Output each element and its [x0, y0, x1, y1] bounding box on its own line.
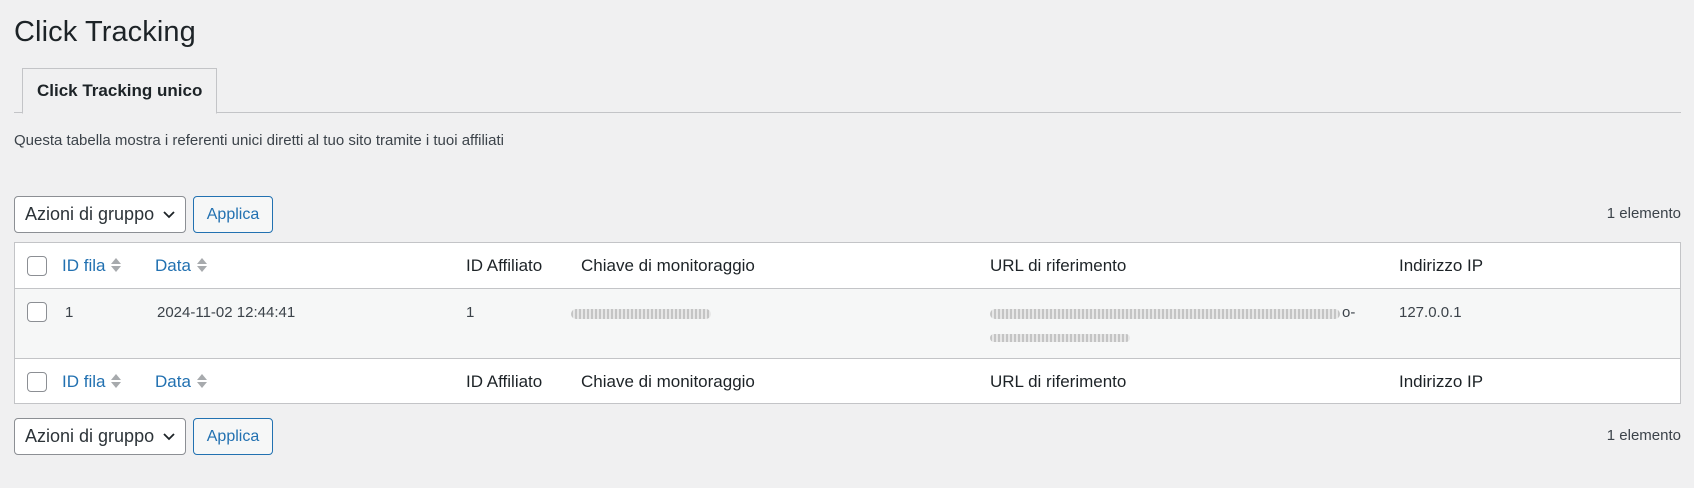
- redacted-referrer-url-line2: [990, 334, 1130, 342]
- row-checkbox[interactable]: [27, 302, 47, 322]
- column-chiave-monitoraggio: Chiave di monitoraggio: [581, 256, 755, 275]
- column-data-label: Data: [155, 372, 191, 391]
- table-footer-row: ID fila Data ID Affiliato Chiave di moni…: [15, 359, 1680, 404]
- column-data[interactable]: Data: [155, 256, 207, 276]
- page: Click Tracking Click Tracking unico Ques…: [0, 0, 1694, 488]
- tablenav-bottom: Azioni di gruppo Applica 1 elemento: [14, 418, 1681, 456]
- bulk-actions-select[interactable]: Azioni di gruppo: [14, 196, 186, 233]
- cell-id: 1: [65, 304, 74, 321]
- cell-referrer-url-suffix: o-: [1342, 304, 1356, 321]
- column-id-fila-footer[interactable]: ID fila: [62, 372, 122, 392]
- column-id-fila-label: ID fila: [62, 256, 106, 275]
- sort-icon: [111, 372, 122, 390]
- column-data-footer[interactable]: Data: [155, 372, 207, 392]
- item-count: 1 elemento: [1606, 205, 1681, 222]
- bulk-actions-label: Azioni di gruppo: [25, 204, 155, 224]
- select-all-checkbox[interactable]: [27, 256, 47, 276]
- table-row: 1 2024-11-02 12:44:41 1 o- 127.0.0.1: [15, 289, 1680, 359]
- column-indirizzo-ip: Indirizzo IP: [1399, 256, 1484, 275]
- column-id-affiliato-footer: ID Affiliato: [466, 372, 543, 391]
- page-title: Click Tracking: [14, 16, 196, 48]
- page-description: Questa tabella mostra i referenti unici …: [14, 132, 504, 149]
- bulk-actions-label: Azioni di gruppo: [25, 426, 155, 446]
- redacted-tracking-key: [571, 309, 711, 319]
- tab-bar: Click Tracking unico: [14, 68, 1681, 114]
- tablenav-top: Azioni di gruppo Applica 1 elemento: [14, 196, 1681, 234]
- column-id-fila[interactable]: ID fila: [62, 256, 122, 276]
- column-indirizzo-ip-footer: Indirizzo IP: [1399, 372, 1484, 391]
- select-all-checkbox-footer[interactable]: [27, 372, 47, 392]
- click-tracking-table: ID fila Data ID Affiliato Chiave di moni…: [14, 242, 1681, 404]
- chevron-down-icon: [162, 197, 176, 245]
- bulk-actions-select-bottom[interactable]: Azioni di gruppo: [14, 418, 186, 455]
- apply-button[interactable]: Applica: [193, 196, 273, 233]
- cell-ip: 127.0.0.1: [1399, 304, 1462, 321]
- sort-icon: [196, 372, 207, 390]
- table-header-row: ID fila Data ID Affiliato Chiave di moni…: [15, 243, 1680, 289]
- cell-date: 2024-11-02 12:44:41: [157, 304, 296, 321]
- column-chiave-monitoraggio-footer: Chiave di monitoraggio: [581, 372, 755, 391]
- column-url-riferimento: URL di riferimento: [990, 256, 1127, 275]
- chevron-down-icon: [162, 419, 176, 467]
- sort-icon: [111, 256, 122, 274]
- sort-icon: [196, 256, 207, 274]
- cell-affiliate-id: 1: [466, 304, 475, 321]
- column-id-fila-label: ID fila: [62, 372, 106, 391]
- tab-click-tracking-unico[interactable]: Click Tracking unico: [22, 68, 218, 114]
- redacted-referrer-url: [990, 309, 1340, 319]
- apply-button-bottom[interactable]: Applica: [193, 418, 273, 455]
- column-data-label: Data: [155, 256, 191, 275]
- column-id-affiliato: ID Affiliato: [466, 256, 543, 275]
- item-count-bottom: 1 elemento: [1606, 427, 1681, 444]
- column-url-riferimento-footer: URL di riferimento: [990, 372, 1127, 391]
